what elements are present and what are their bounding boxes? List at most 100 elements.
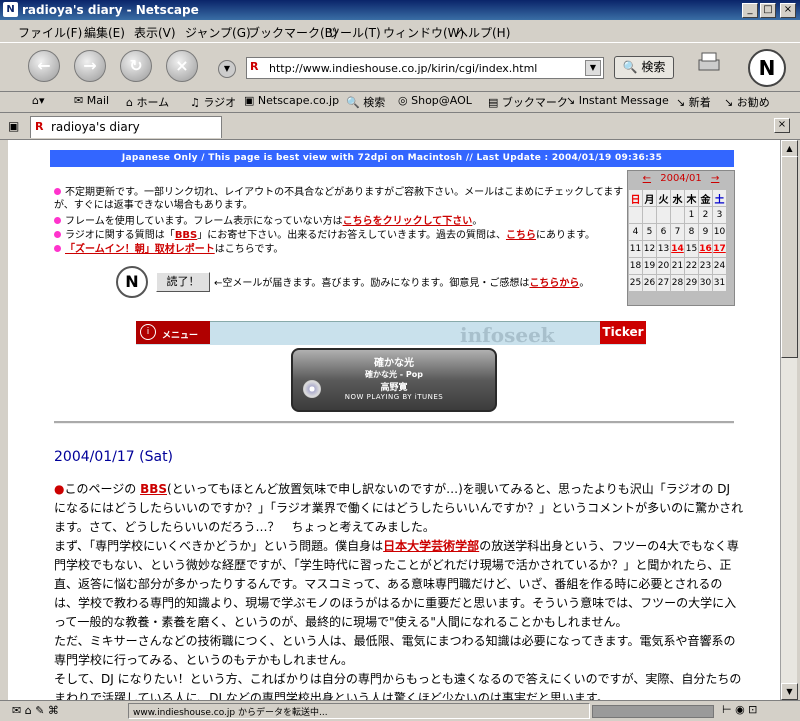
home-tab-icon[interactable]: ⌂▾ <box>32 94 45 107</box>
bookmark-folder[interactable]: ▤ ブックマーク <box>488 94 568 110</box>
calendar: ← 2004/01 → 日 月 火 水 木 金 土 123 4 5 6 7 8 9 10 1… <box>627 170 735 306</box>
scroll-thumb[interactable] <box>781 156 798 358</box>
menu-bar: ファイル(F) 編集(E) 表示(V) ジャンプ(G) ブックマーク(B) ツー… <box>0 20 800 42</box>
menu-help[interactable]: ヘルプ(H) <box>456 24 510 41</box>
bookmark-mail[interactable]: ✉ Mail <box>74 94 109 107</box>
calendar-day: 1 <box>685 207 698 223</box>
status-right-icons: ⊢ ◉ ⊡ <box>722 703 758 716</box>
status-bar: ✉ ⌂ ✎ ⌘ www.indieshouse.co.jp からデータを転送中.… <box>0 700 800 721</box>
bookmark-recommend[interactable]: ↘ お勧め <box>724 94 770 110</box>
reload-button[interactable]: ↻ <box>120 50 152 82</box>
calendar-day: 8 <box>685 224 698 240</box>
calendar-day: 25 <box>629 275 642 291</box>
history-dropdown-icon[interactable]: ▼ <box>218 60 236 78</box>
song-artist: 高野寛 <box>380 383 408 393</box>
calendar-day: 7 <box>671 224 684 240</box>
ticker-logo-icon: i <box>140 324 156 340</box>
scroll-up-button[interactable]: ▲ <box>781 140 798 157</box>
calendar-day: 31 <box>713 275 726 291</box>
calendar-prev-link[interactable]: ← <box>643 173 651 184</box>
stop-icon: × <box>175 56 189 75</box>
calendar-day: 20 <box>657 258 670 274</box>
bookmark-new[interactable]: ↘ 新着 <box>676 94 711 110</box>
read-button[interactable]: 読了！ <box>156 272 210 292</box>
netscape-mail-icon: N <box>116 266 148 298</box>
bullet-icon: ● <box>54 482 65 496</box>
bookmark-shop[interactable]: ◎ Shop@AOL <box>398 94 472 107</box>
maximize-button[interactable]: □ <box>760 3 776 18</box>
past-questions-link[interactable]: こちら <box>506 230 536 241</box>
stop-button[interactable]: × <box>166 50 198 82</box>
zoomin-report-link[interactable]: 「ズームイン！朝」取材レポート <box>65 244 215 255</box>
weekday-mon: 月 <box>643 190 656 206</box>
status-icons: ✉ ⌂ ✎ ⌘ <box>12 704 59 717</box>
title-bar: N radioya's diary - Netscape _ □ × <box>0 0 800 20</box>
tab-radioya[interactable]: R radioya's diary <box>30 116 222 138</box>
ticker-label: Ticker <box>600 321 646 344</box>
netscape-throbber-icon[interactable]: N <box>748 49 786 87</box>
menu-window[interactable]: ウィンドウ(W) <box>383 24 464 41</box>
calendar-day <box>643 207 656 223</box>
calendar-day: 29 <box>685 275 698 291</box>
print-icon[interactable] <box>694 48 724 78</box>
menu-file[interactable]: ファイル(F) <box>18 24 82 41</box>
bookmark-instant-message[interactable]: ↘ Instant Message <box>566 94 669 107</box>
calendar-day-link[interactable]: 17 <box>713 241 726 257</box>
ticker-watermark: infoseek <box>460 323 555 347</box>
tab-bar: ▣ R radioya's diary × <box>0 113 800 140</box>
calendar-day: 28 <box>671 275 684 291</box>
search-button[interactable]: 🔍 検索 <box>614 56 674 79</box>
divider <box>54 421 734 424</box>
url-input[interactable] <box>267 59 581 77</box>
bbs-article-link[interactable]: BBS <box>140 482 167 496</box>
forward-button[interactable]: → <box>74 50 106 82</box>
paragraph-1: ●このページの BBS(といってもほとんど放置気味で申し訳ないのですが…)を覗い… <box>54 482 744 534</box>
calendar-day: 15 <box>685 241 698 257</box>
menu-edit[interactable]: 編集(E) <box>84 24 125 41</box>
site-icon: R <box>250 60 259 73</box>
minimize-button[interactable]: _ <box>742 3 758 18</box>
notice-3: ラジオに関する質問は「BBS」にお寄せ下さい。出来るだけお答えしていきます。過去… <box>54 229 624 242</box>
bookmark-netscape[interactable]: ▣ Netscape.co.jp <box>244 94 339 107</box>
calendar-day-link[interactable]: 14 <box>671 241 684 257</box>
calendar-day: 26 <box>643 275 656 291</box>
weekday-thu: 木 <box>685 190 698 206</box>
url-bar[interactable]: R ▼ <box>246 57 604 79</box>
entry-date: 2004/01/17 (Sat) <box>54 449 174 465</box>
calendar-day <box>657 207 670 223</box>
bbs-link[interactable]: BBS <box>175 230 197 241</box>
bookmark-home[interactable]: ⌂ ホーム <box>126 94 169 110</box>
bookmark-radio[interactable]: ♫ ラジオ <box>190 94 236 110</box>
menu-bookmarks[interactable]: ブックマーク(B) <box>248 24 338 41</box>
url-dropdown-icon[interactable]: ▼ <box>585 60 601 76</box>
calendar-next-link[interactable]: → <box>711 173 719 184</box>
close-button[interactable]: × <box>780 3 796 18</box>
calendar-day-link[interactable]: 16 <box>699 241 712 257</box>
back-button[interactable]: ← <box>28 50 60 82</box>
reload-icon: ↻ <box>129 56 143 75</box>
bookmark-search[interactable]: 🔍 検索 <box>346 94 385 110</box>
feedback-link[interactable]: こちらから <box>529 278 579 289</box>
calendar-day <box>671 207 684 223</box>
frame-link[interactable]: こちらをクリックして下さい <box>343 216 473 227</box>
menu-tools[interactable]: ツール(T) <box>328 24 381 41</box>
vertical-scrollbar[interactable]: ▲ ▼ <box>780 140 798 700</box>
forward-arrow-icon: → <box>83 56 97 75</box>
weekday-fri: 金 <box>699 190 712 206</box>
infoseek-ticker[interactable]: i メニュー infoseek Ticker <box>136 321 646 347</box>
weekday-sun: 日 <box>629 190 642 206</box>
song-title: 確かな光 <box>374 358 414 369</box>
menu-go[interactable]: ジャンプ(G) <box>185 24 251 41</box>
calendar-day <box>629 207 642 223</box>
calendar-day: 11 <box>629 241 642 257</box>
close-tab-button[interactable]: × <box>774 118 790 133</box>
progress-bar <box>592 705 714 718</box>
menu-view[interactable]: 表示(V) <box>134 24 176 41</box>
ticker-menu-button[interactable]: メニュー <box>162 328 198 341</box>
scroll-down-button[interactable]: ▼ <box>781 683 798 700</box>
notice-4: 「ズームイン！朝」取材レポートはこちらです。 <box>54 243 624 256</box>
personal-toolbar: ⌂▾ ✉ Mail ⌂ ホーム ♫ ラジオ ▣ Netscape.co.jp 🔍… <box>0 90 800 113</box>
nihon-univ-link[interactable]: 日本大学芸術学部 <box>383 539 479 553</box>
new-tab-icon[interactable]: ▣ <box>8 119 19 133</box>
calendar-day: 21 <box>671 258 684 274</box>
